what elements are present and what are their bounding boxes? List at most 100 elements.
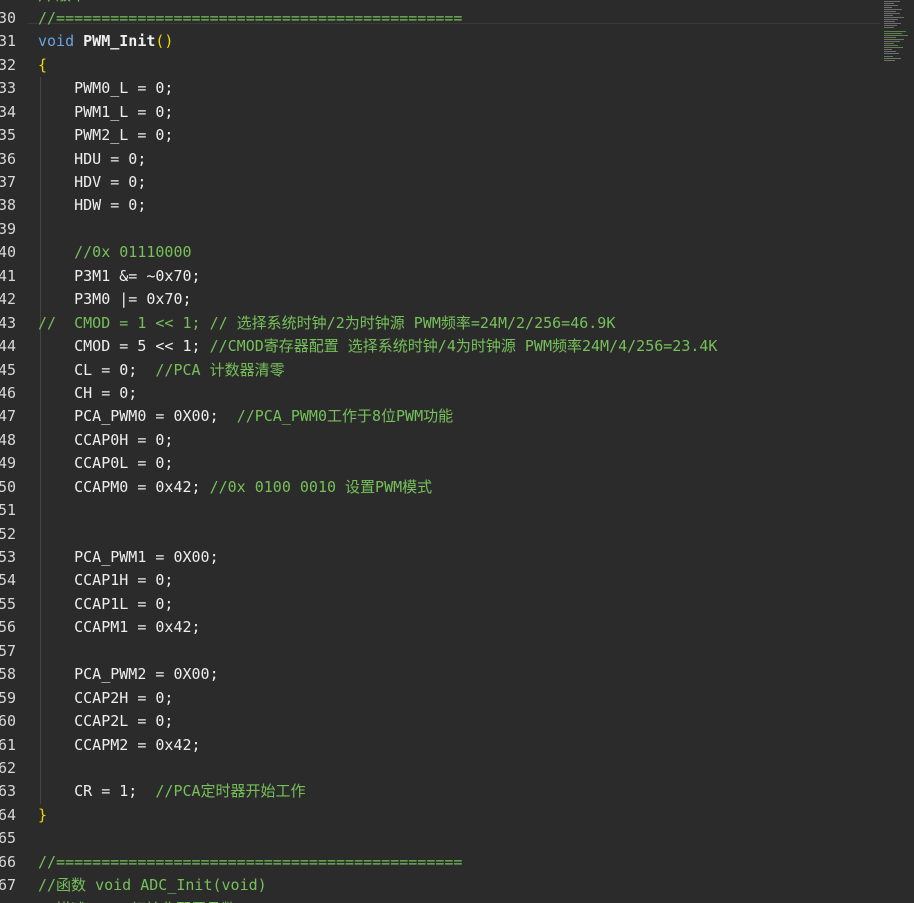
code-line[interactable]: 37 HDV = 0; xyxy=(0,171,880,195)
line-text: HDW = 0; xyxy=(38,196,147,215)
code-line[interactable]: 47 PCA_PWM0 = 0X00; //PCA_PWM0工作于8位PWM功能 xyxy=(0,405,880,429)
line-number: 45 xyxy=(0,360,16,379)
line-text: { xyxy=(38,55,48,74)
code-line[interactable]: 38 HDW = 0; xyxy=(0,194,880,218)
code-line[interactable]: 41 P3M1 &= ~0x70; xyxy=(0,264,880,289)
minimap-line xyxy=(884,9,902,10)
code-line[interactable]: 34 PWM1_L = 0; xyxy=(0,100,880,125)
line-text: HDU = 0; xyxy=(38,149,147,168)
minimap[interactable] xyxy=(880,0,914,903)
line-text: CCAPM1 = 0x42; xyxy=(38,618,201,637)
code-line[interactable]: 61 CCAPM2 = 0x42; xyxy=(0,733,880,757)
code-line[interactable]: 48 CCAP0H = 0; xyxy=(0,428,880,453)
code-line[interactable]: 63 CR = 1; //PCA定时器开始工作 xyxy=(0,780,880,804)
code-line[interactable]: 35 PWM2_L = 0; xyxy=(0,124,880,148)
line-number: 32 xyxy=(0,55,16,74)
code-line[interactable]: 40 //0x 01110000 xyxy=(0,241,880,265)
code-line[interactable]: 68 //描述: ADC初始化配置函数 xyxy=(0,898,880,903)
code-area[interactable]: 29 //版本: Ver1.0 30 //======================… xyxy=(0,0,880,903)
code-line[interactable]: 31 void PWM_Init() xyxy=(0,30,880,53)
minimap-line xyxy=(884,1,900,2)
code-line[interactable]: 67 //函数 void ADC_Init(void) xyxy=(0,874,880,897)
minimap-line xyxy=(884,43,894,44)
minimap-line xyxy=(884,15,893,16)
line-text: CCAP0H = 0; xyxy=(38,430,174,449)
line-text: //描述: ADC初始化配置函数 xyxy=(38,898,236,903)
comment-segment: //CMOD寄存器配置 选择系统时钟/4为时钟源 PWM频率24M/4/256=… xyxy=(209,337,718,356)
minimap-line xyxy=(884,37,896,38)
minimap-line xyxy=(884,47,903,48)
code-segment: CMOD = 5 << 1; xyxy=(38,337,210,356)
line-number: 56 xyxy=(0,618,16,637)
minimap-line xyxy=(884,27,894,28)
line-number: 33 xyxy=(0,79,16,98)
code-line[interactable]: 45 CL = 0; //PCA 计数器清零 xyxy=(0,358,880,382)
minimap-line xyxy=(884,17,904,18)
line-number: 57 xyxy=(0,641,16,660)
code-line[interactable]: 52 xyxy=(0,522,880,546)
line-number: 41 xyxy=(0,266,16,285)
code-line[interactable]: 51 xyxy=(0,499,880,523)
line-text: PWM0_L = 0; xyxy=(38,79,174,98)
function-name: PWM_Init xyxy=(83,32,156,51)
minimap-line xyxy=(884,60,895,61)
line-text: PCA_PWM2 = 0X00; xyxy=(38,665,219,684)
line-number: 40 xyxy=(0,243,16,262)
code-editor[interactable]: 29 //版本: Ver1.0 30 //======================… xyxy=(0,0,914,903)
line-text: CMOD = 5 << 1; //CMOD寄存器配置 选择系统时钟/4为时钟源 … xyxy=(38,335,717,358)
code-line[interactable]: 29 //版本: Ver1.0 xyxy=(0,0,880,7)
line-number: 47 xyxy=(0,407,16,426)
code-line[interactable]: 32 { xyxy=(0,54,880,77)
line-number: 68 xyxy=(0,898,16,903)
line-number: 31 xyxy=(0,32,16,51)
code-line[interactable]: 65 xyxy=(0,827,880,850)
code-line[interactable]: 66 //====================================… xyxy=(0,851,880,874)
code-line[interactable]: 49 CCAP0L = 0; xyxy=(0,452,880,476)
line-text: void PWM_Init() xyxy=(38,30,173,53)
line-number: 49 xyxy=(0,454,16,473)
indent-guide xyxy=(40,756,41,781)
code-line[interactable]: 50 CCAPM0 = 0x42; //0x 0100 0010 设置PWM模式 xyxy=(0,475,880,500)
code-line[interactable]: 64} xyxy=(0,804,880,827)
code-line[interactable]: 36 HDU = 0; xyxy=(0,147,880,171)
code-line[interactable]: 55 CCAP1L = 0; xyxy=(0,592,880,617)
line-text: PCA_PWM1 = 0X00; xyxy=(38,548,219,566)
line-number: 51 xyxy=(0,501,16,520)
minimap-line xyxy=(884,21,895,22)
minimap-line xyxy=(884,39,904,40)
code-line[interactable]: 62 xyxy=(0,756,880,781)
code-line[interactable]: 54 CCAP1H = 0; xyxy=(0,569,880,593)
line-number: 46 xyxy=(0,383,16,402)
code-line[interactable]: 42 P3M0 |= 0x70; xyxy=(0,288,880,312)
line-text: PWM1_L = 0; xyxy=(38,102,174,121)
line-number: 43 xyxy=(0,313,16,332)
line-text: CH = 0; xyxy=(38,383,138,402)
line-text: //0x 01110000 xyxy=(38,243,192,262)
code-line[interactable]: 33 PWM0_L = 0; xyxy=(0,77,880,101)
minimap-line xyxy=(884,19,898,20)
code-line[interactable]: 46 CH = 0; xyxy=(0,381,880,406)
code-line[interactable]: 59 CCAP2H = 0; xyxy=(0,686,880,711)
code-line[interactable]: 30 //====================================… xyxy=(0,7,880,30)
line-number: 60 xyxy=(0,712,16,731)
code-line[interactable]: 43 // CMOD = 1 << 1; // 选择系统时钟/2为时钟源 PWM频… xyxy=(0,311,880,336)
line-text: // CMOD = 1 << 1; // 选择系统时钟/2为时钟源 PWM频率=… xyxy=(38,313,616,332)
code-line[interactable]: 57 xyxy=(0,639,880,664)
line-number: 52 xyxy=(0,524,16,543)
code-segment: CR = 1; xyxy=(38,782,156,801)
line-number: 37 xyxy=(0,173,16,191)
code-line[interactable]: 58 PCA_PWM2 = 0X00; xyxy=(0,663,880,687)
code-line[interactable]: 56 CCAPM1 = 0x42; xyxy=(0,616,880,640)
line-number: 35 xyxy=(0,126,16,145)
code-line[interactable]: 53 PCA_PWM1 = 0X00; xyxy=(0,546,880,570)
indent-guide xyxy=(40,639,41,664)
line-text: //版本: Ver1.0 xyxy=(38,0,158,7)
code-line[interactable]: 60 CCAP2L = 0; xyxy=(0,710,880,734)
line-number: 66 xyxy=(0,852,16,871)
line-text: CCAP2H = 0; xyxy=(38,688,174,707)
code-line[interactable]: 44 CMOD = 5 << 1; //CMOD寄存器配置 选择系统时钟/4为时… xyxy=(0,335,880,359)
code-line[interactable]: 39 xyxy=(0,217,880,242)
line-text: HDV = 0; xyxy=(38,173,147,191)
line-number: 63 xyxy=(0,782,16,801)
minimap-line xyxy=(884,5,898,6)
